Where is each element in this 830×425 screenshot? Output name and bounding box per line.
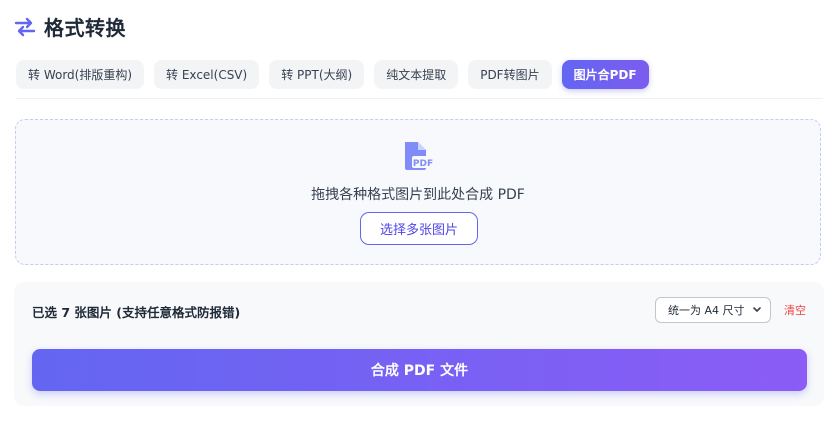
choose-images-button[interactable]: 选择多张图片 <box>360 212 478 245</box>
tab-image-to-pdf[interactable]: 图片合PDF <box>561 60 649 89</box>
pdf-file-icon: PDF <box>402 140 434 176</box>
image-drop-zone[interactable]: PDF 拖拽各种格式图片到此处合成 PDF 选择多张图片 <box>15 119 821 265</box>
divider <box>16 98 823 99</box>
page-size-value: 统一为 A4 尺寸 <box>668 304 745 317</box>
drop-instructions: 拖拽各种格式图片到此处合成 PDF <box>311 187 525 203</box>
selected-count-text: 已选 7 张图片 (支持任意格式防报错) <box>32 305 241 320</box>
clear-button[interactable]: 清空 <box>784 302 806 318</box>
swap-arrows-icon <box>14 17 36 37</box>
svg-text:PDF: PDF <box>413 159 433 169</box>
tab-text-extract[interactable]: 纯文本提取 <box>374 60 459 89</box>
selection-panel: 已选 7 张图片 (支持任意格式防报错) 统一为 A4 尺寸 清空 合成 PDF… <box>14 282 824 406</box>
tab-to-word[interactable]: 转 Word(排版重构) <box>16 60 145 89</box>
merge-pdf-button[interactable]: 合成 PDF 文件 <box>32 349 807 391</box>
conversion-tabs: 转 Word(排版重构) 转 Excel(CSV) 转 PPT(大纲) 纯文本提… <box>16 60 649 89</box>
tab-to-excel[interactable]: 转 Excel(CSV) <box>154 60 260 89</box>
chevron-down-icon <box>752 304 762 319</box>
page-header: 格式转换 <box>14 12 126 41</box>
tab-pdf-to-image[interactable]: PDF转图片 <box>468 60 552 89</box>
page-title: 格式转换 <box>44 16 126 40</box>
page-size-select[interactable]: 统一为 A4 尺寸 <box>655 297 771 323</box>
tab-to-ppt[interactable]: 转 PPT(大纲) <box>269 60 365 89</box>
